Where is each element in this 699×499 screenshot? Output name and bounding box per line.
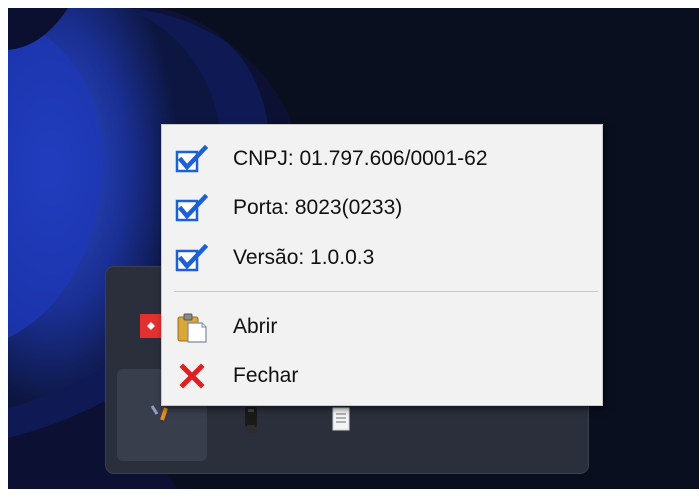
menu-item-fechar[interactable]: Fechar xyxy=(162,351,602,401)
menu-item-label: Porta: 8023(0233) xyxy=(233,196,403,219)
document-icon[interactable] xyxy=(331,407,351,431)
menu-item-label: CNPJ: 01.797.606/0001-62 xyxy=(233,147,488,170)
menu-separator xyxy=(174,291,598,292)
menu-item-label: Versão: 1.0.0.3 xyxy=(233,246,375,269)
usb-drive-icon[interactable] xyxy=(241,405,261,435)
checkbox-checked-icon xyxy=(174,243,210,273)
checkbox-checked-icon xyxy=(174,144,210,174)
tray-context-menu: CNPJ: 01.797.606/0001-62 Porta: 8023(023… xyxy=(161,124,603,406)
red-app-icon[interactable] xyxy=(140,314,162,338)
menu-item-label: Fechar xyxy=(233,364,299,387)
menu-item-versao[interactable]: Versão: 1.0.0.3 xyxy=(162,233,602,283)
clipboard-icon xyxy=(174,312,210,343)
menu-item-abrir[interactable]: Abrir xyxy=(162,302,602,352)
menu-item-porta[interactable]: Porta: 8023(0233) xyxy=(162,183,602,233)
checkbox-checked-icon xyxy=(174,193,210,223)
close-x-icon xyxy=(174,361,210,391)
menu-item-cnpj[interactable]: CNPJ: 01.797.606/0001-62 xyxy=(162,134,602,184)
menu-item-label: Abrir xyxy=(233,315,278,338)
